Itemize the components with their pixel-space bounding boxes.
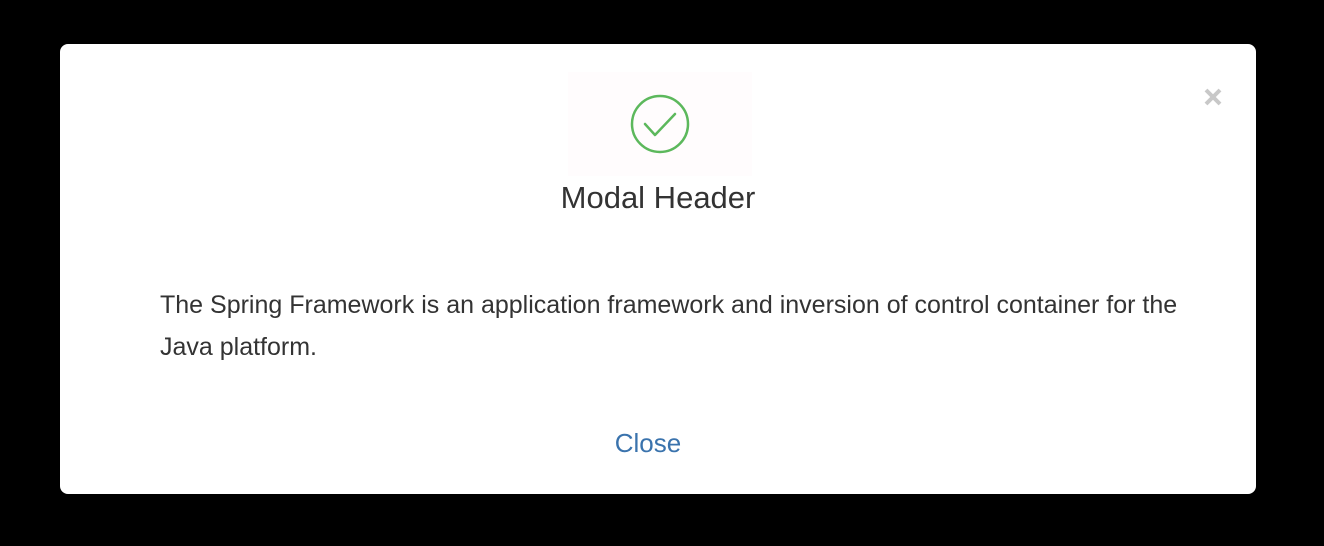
modal-backdrop[interactable]: Modal Header The Spring Framework is an … xyxy=(0,0,1324,546)
check-circle-icon xyxy=(630,94,690,154)
modal-body-text: The Spring Framework is an application f… xyxy=(160,291,1178,361)
modal-dialog: Modal Header The Spring Framework is an … xyxy=(60,44,1256,494)
dismiss-button[interactable] xyxy=(1198,82,1228,112)
modal-title: Modal Header xyxy=(560,180,756,215)
close-icon xyxy=(1204,88,1222,106)
close-button[interactable]: Close xyxy=(608,426,688,460)
status-icon-container xyxy=(568,72,752,176)
